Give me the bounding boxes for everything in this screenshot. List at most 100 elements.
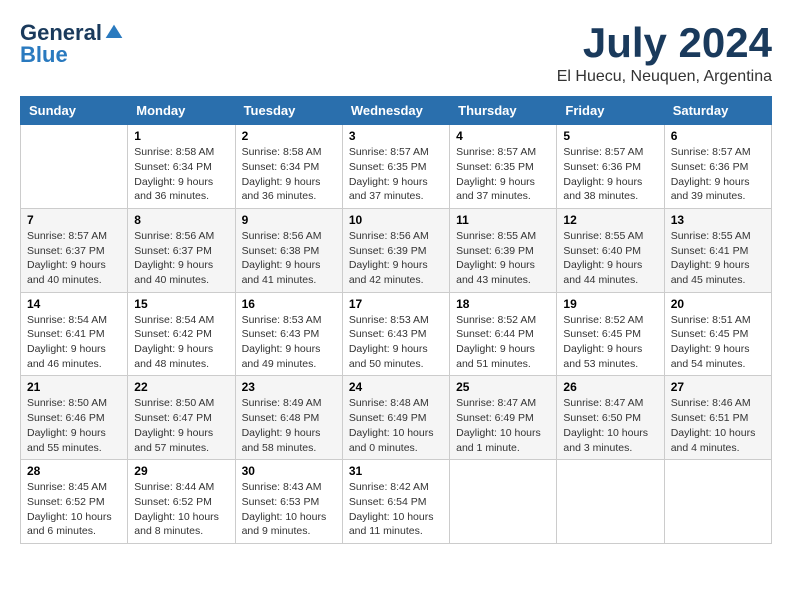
day-info: Sunrise: 8:49 AM Sunset: 6:48 PM Dayligh… [242,396,336,455]
calendar-week-row: 28Sunrise: 8:45 AM Sunset: 6:52 PM Dayli… [21,460,772,544]
day-info: Sunrise: 8:45 AM Sunset: 6:52 PM Dayligh… [27,480,121,539]
day-info: Sunrise: 8:57 AM Sunset: 6:36 PM Dayligh… [563,145,657,204]
day-info: Sunrise: 8:47 AM Sunset: 6:49 PM Dayligh… [456,396,550,455]
calendar-cell: 28Sunrise: 8:45 AM Sunset: 6:52 PM Dayli… [21,460,128,544]
day-number: 25 [456,380,550,394]
day-number: 22 [134,380,228,394]
calendar-cell: 10Sunrise: 8:56 AM Sunset: 6:39 PM Dayli… [342,208,449,292]
day-number: 23 [242,380,336,394]
day-info: Sunrise: 8:55 AM Sunset: 6:40 PM Dayligh… [563,229,657,288]
calendar-cell: 15 Sunrise: 8:54 AM Sunset: 6:42 PM Dayli… [128,292,235,376]
calendar-cell: 23 Sunrise: 8:49 AM Sunset: 6:48 PM Dayli… [235,376,342,460]
calendar-cell: 5 Sunrise: 8:57 AM Sunset: 6:36 PM Daylig… [557,125,664,209]
day-number: 13 [671,213,765,227]
day-number: 6 [671,129,765,143]
day-number: 19 [563,297,657,311]
calendar-cell: 25 Sunrise: 8:47 AM Sunset: 6:49 PM Dayli… [450,376,557,460]
calendar-day-header: Sunday [21,97,128,125]
calendar-week-row: 1 Sunrise: 8:58 AM Sunset: 6:34 PM Daylig… [21,125,772,209]
calendar-cell: 21 Sunrise: 8:50 AM Sunset: 6:46 PM Dayli… [21,376,128,460]
calendar-cell: 11 Sunrise: 8:55 AM Sunset: 6:39 PM Dayli… [450,208,557,292]
calendar-cell: 4 Sunrise: 8:57 AM Sunset: 6:35 PM Daylig… [450,125,557,209]
day-number: 3 [349,129,443,143]
day-info: Sunrise: 8:42 AM Sunset: 6:54 PM Dayligh… [349,480,443,539]
day-number: 1 [134,129,228,143]
day-info: Sunrise: 8:57 AM Sunset: 6:35 PM Dayligh… [456,145,550,204]
calendar-day-header: Friday [557,97,664,125]
day-info: Sunrise: 8:56 AM Sunset: 6:38 PM Dayligh… [242,229,336,288]
logo-icon [104,23,124,43]
day-info: Sunrise: 8:50 AM Sunset: 6:47 PM Dayligh… [134,396,228,455]
calendar-cell: 24Sunrise: 8:48 AM Sunset: 6:49 PM Dayli… [342,376,449,460]
calendar-cell: 8 Sunrise: 8:56 AM Sunset: 6:37 PM Daylig… [128,208,235,292]
day-info: Sunrise: 8:50 AM Sunset: 6:46 PM Dayligh… [27,396,121,455]
day-number: 18 [456,297,550,311]
day-number: 21 [27,380,121,394]
day-number: 16 [242,297,336,311]
day-info: Sunrise: 8:54 AM Sunset: 6:42 PM Dayligh… [134,313,228,372]
calendar-cell [557,460,664,544]
day-number: 30 [242,464,336,478]
day-info: Sunrise: 8:43 AM Sunset: 6:53 PM Dayligh… [242,480,336,539]
day-info: Sunrise: 8:58 AM Sunset: 6:34 PM Dayligh… [242,145,336,204]
calendar-cell: 7 Sunrise: 8:57 AM Sunset: 6:37 PM Daylig… [21,208,128,292]
day-number: 11 [456,213,550,227]
day-info: Sunrise: 8:55 AM Sunset: 6:39 PM Dayligh… [456,229,550,288]
calendar-cell: 18 Sunrise: 8:52 AM Sunset: 6:44 PM Dayli… [450,292,557,376]
day-info: Sunrise: 8:57 AM Sunset: 6:36 PM Dayligh… [671,145,765,204]
title-block: July 2024 El Huecu, Neuquen, Argentina [557,20,772,86]
calendar-day-header: Tuesday [235,97,342,125]
calendar-day-header: Thursday [450,97,557,125]
calendar-week-row: 21 Sunrise: 8:50 AM Sunset: 6:46 PM Dayli… [21,376,772,460]
calendar-week-row: 7 Sunrise: 8:57 AM Sunset: 6:37 PM Daylig… [21,208,772,292]
calendar-cell: 9 Sunrise: 8:56 AM Sunset: 6:38 PM Daylig… [235,208,342,292]
calendar-cell: 2Sunrise: 8:58 AM Sunset: 6:34 PM Daylig… [235,125,342,209]
day-info: Sunrise: 8:52 AM Sunset: 6:45 PM Dayligh… [563,313,657,372]
calendar-cell: 3 Sunrise: 8:57 AM Sunset: 6:35 PM Daylig… [342,125,449,209]
calendar-cell: 6 Sunrise: 8:57 AM Sunset: 6:36 PM Daylig… [664,125,771,209]
calendar-cell: 31Sunrise: 8:42 AM Sunset: 6:54 PM Dayli… [342,460,449,544]
calendar-cell: 29 Sunrise: 8:44 AM Sunset: 6:52 PM Dayli… [128,460,235,544]
day-info: Sunrise: 8:47 AM Sunset: 6:50 PM Dayligh… [563,396,657,455]
month-title: July 2024 [557,20,772,66]
day-info: Sunrise: 8:52 AM Sunset: 6:44 PM Dayligh… [456,313,550,372]
calendar-cell: 30 Sunrise: 8:43 AM Sunset: 6:53 PM Dayli… [235,460,342,544]
day-info: Sunrise: 8:54 AM Sunset: 6:41 PM Dayligh… [27,313,121,372]
day-info: Sunrise: 8:44 AM Sunset: 6:52 PM Dayligh… [134,480,228,539]
day-number: 20 [671,297,765,311]
day-info: Sunrise: 8:46 AM Sunset: 6:51 PM Dayligh… [671,396,765,455]
day-number: 8 [134,213,228,227]
calendar-cell: 13 Sunrise: 8:55 AM Sunset: 6:41 PM Dayli… [664,208,771,292]
calendar-cell: 1 Sunrise: 8:58 AM Sunset: 6:34 PM Daylig… [128,125,235,209]
calendar-cell: 22 Sunrise: 8:50 AM Sunset: 6:47 PM Dayli… [128,376,235,460]
day-info: Sunrise: 8:53 AM Sunset: 6:43 PM Dayligh… [242,313,336,372]
day-number: 4 [456,129,550,143]
calendar-cell: 16 Sunrise: 8:53 AM Sunset: 6:43 PM Dayli… [235,292,342,376]
calendar-cell: 14 Sunrise: 8:54 AM Sunset: 6:41 PM Dayli… [21,292,128,376]
calendar-cell: 17Sunrise: 8:53 AM Sunset: 6:43 PM Dayli… [342,292,449,376]
day-number: 27 [671,380,765,394]
calendar-cell: 27 Sunrise: 8:46 AM Sunset: 6:51 PM Dayli… [664,376,771,460]
calendar-day-header: Wednesday [342,97,449,125]
location-title: El Huecu, Neuquen, Argentina [557,68,772,86]
day-number: 12 [563,213,657,227]
day-number: 15 [134,297,228,311]
day-info: Sunrise: 8:56 AM Sunset: 6:37 PM Dayligh… [134,229,228,288]
day-info: Sunrise: 8:58 AM Sunset: 6:34 PM Dayligh… [134,145,228,204]
page-header: General Blue July 2024 El Huecu, Neuquen… [20,20,772,86]
calendar-header-row: SundayMondayTuesdayWednesdayThursdayFrid… [21,97,772,125]
day-number: 9 [242,213,336,227]
calendar-table: SundayMondayTuesdayWednesdayThursdayFrid… [20,96,772,544]
day-number: 14 [27,297,121,311]
day-number: 10 [349,213,443,227]
day-number: 29 [134,464,228,478]
day-info: Sunrise: 8:57 AM Sunset: 6:35 PM Dayligh… [349,145,443,204]
day-number: 7 [27,213,121,227]
calendar-cell [450,460,557,544]
day-info: Sunrise: 8:55 AM Sunset: 6:41 PM Dayligh… [671,229,765,288]
day-info: Sunrise: 8:57 AM Sunset: 6:37 PM Dayligh… [27,229,121,288]
day-number: 5 [563,129,657,143]
calendar-cell: 20Sunrise: 8:51 AM Sunset: 6:45 PM Dayli… [664,292,771,376]
logo: General Blue [20,20,124,68]
calendar-day-header: Saturday [664,97,771,125]
